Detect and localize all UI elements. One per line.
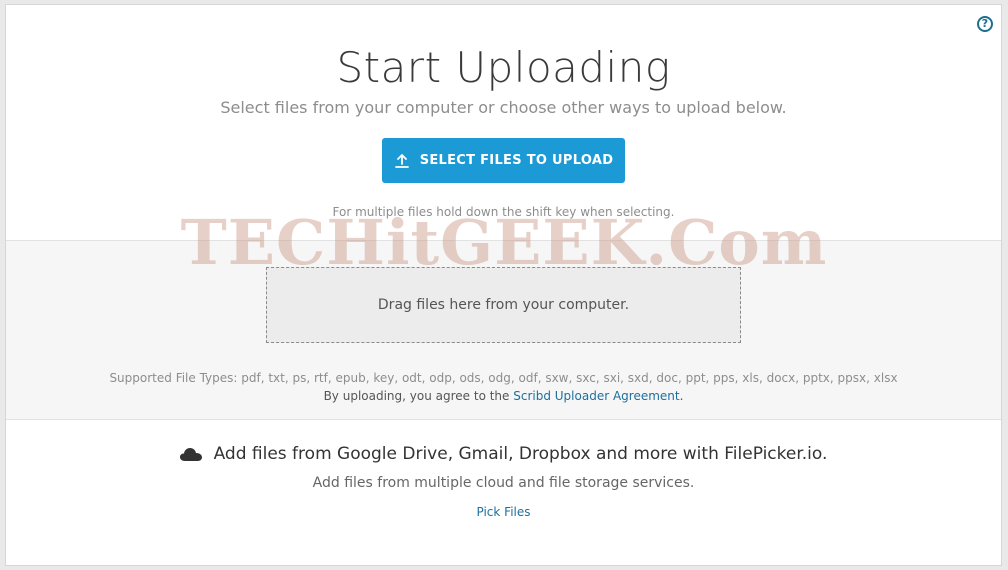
uploader-agreement-link[interactable]: Scribd Uploader Agreement <box>513 389 679 403</box>
select-files-label: SELECT FILES TO UPLOAD <box>419 153 614 168</box>
page-title: Start Uploading <box>336 43 671 92</box>
filepicker-title: Add files from Google Drive, Gmail, Drop… <box>213 444 828 464</box>
multi-select-hint: For multiple files hold down the shift k… <box>332 205 675 219</box>
agreement-prefix: By uploading, you agree to the <box>323 389 514 403</box>
drop-zone-text: Drag files here from your computer. <box>377 297 630 313</box>
filepicker-subtitle: Add files from multiple cloud and file s… <box>312 475 695 491</box>
supported-file-types: Supported File Types: pdf, txt, ps, rtf,… <box>109 371 898 385</box>
page-subtitle: Select files from your computer or choos… <box>220 98 787 117</box>
upload-icon <box>394 153 409 168</box>
pick-files-link[interactable]: Pick Files <box>477 505 531 519</box>
filepicker-heading: Add files from Google Drive, Gmail, Drop… <box>6 444 1001 464</box>
pick-files-container: Pick Files <box>6 505 1001 519</box>
agreement-text: By uploading, you agree to the Scribd Up… <box>6 389 1001 403</box>
dropzone-section: Drag files here from your computer. Supp… <box>6 240 1001 420</box>
cloud-icon <box>179 448 202 461</box>
upload-panel: ? Start Uploading Select files from your… <box>5 4 1002 566</box>
select-files-button[interactable]: SELECT FILES TO UPLOAD <box>382 138 625 183</box>
help-icon[interactable]: ? <box>977 16 993 32</box>
agreement-suffix: . <box>679 389 684 403</box>
drop-zone[interactable]: Drag files here from your computer. <box>266 267 741 343</box>
